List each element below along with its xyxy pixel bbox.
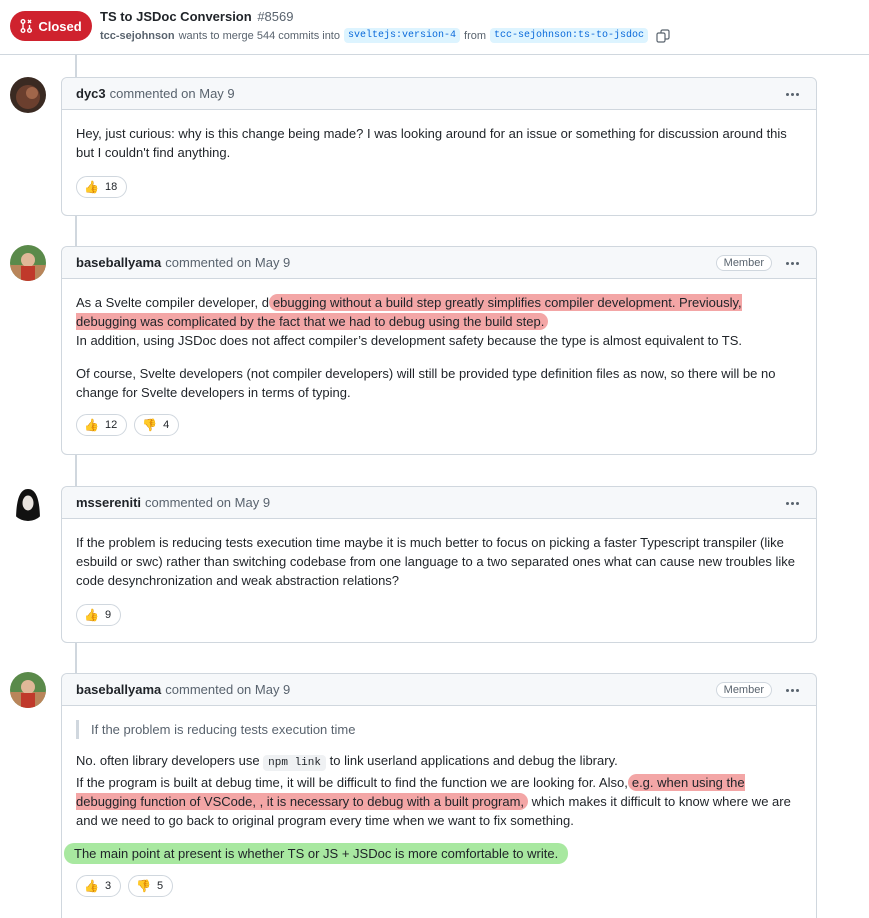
member-badge: Member bbox=[715, 255, 772, 271]
thumbs-down-reaction[interactable]: 👎 4 bbox=[134, 414, 180, 436]
comment-body: Hey, just curious: why is this change be… bbox=[62, 110, 816, 208]
blockquote: If the problem is reducing tests executi… bbox=[76, 720, 802, 739]
pr-number: #8569 bbox=[257, 9, 294, 24]
comment-author[interactable]: dyc3 bbox=[76, 86, 106, 101]
thumbs-down-icon: 👎 bbox=[136, 879, 152, 893]
reactions: 👍 12 👎 4 bbox=[76, 414, 802, 436]
more-options-icon[interactable] bbox=[782, 681, 802, 699]
comment-timestamp[interactable]: commented on May 9 bbox=[145, 495, 270, 510]
timeline-connector bbox=[75, 455, 77, 486]
comment-author[interactable]: mssereniti bbox=[76, 495, 141, 510]
comment-paragraph: The main point at present is whether TS … bbox=[64, 843, 802, 864]
comment-header: mssereniti commented on May 9 bbox=[62, 487, 816, 519]
comment-card: baseballyama commented on May 9 Member A… bbox=[61, 246, 817, 455]
comment-card: dyc3 commented on May 9 Hey, just curiou… bbox=[61, 77, 817, 216]
from-text: from bbox=[464, 29, 487, 42]
reactions: 👍 9 bbox=[76, 604, 802, 626]
merge-text: wants to merge 544 commits into bbox=[178, 29, 340, 42]
comment-paragraph: As a Svelte compiler developer, d ebuggin… bbox=[76, 293, 802, 350]
reaction-count: 18 bbox=[104, 180, 118, 193]
pr-title-line: TS to JSDoc Conversion #8569 bbox=[100, 9, 293, 24]
avatar[interactable] bbox=[10, 77, 46, 113]
pr-meta: tcc-sejohnson wants to merge 544 commits… bbox=[100, 28, 670, 43]
comment-text: If the problem is reducing tests executi… bbox=[76, 535, 796, 588]
comment-text: As a Svelte compiler developer, d bbox=[76, 295, 269, 310]
thumbs-up-icon: 👍 bbox=[84, 418, 99, 432]
thumbs-down-reaction[interactable]: 👎 5 bbox=[128, 875, 174, 897]
reaction-count: 12 bbox=[104, 418, 118, 431]
pr-title: TS to JSDoc Conversion bbox=[100, 9, 252, 24]
timeline-connector bbox=[75, 216, 77, 246]
reaction-count: 4 bbox=[163, 418, 170, 431]
comment-body: If the problem is reducing tests executi… bbox=[62, 519, 816, 636]
member-badge: Member bbox=[715, 682, 772, 698]
comment-header: baseballyama commented on May 9 Member bbox=[62, 247, 816, 279]
pr-header: Closed TS to JSDoc Conversion #8569 tcc-… bbox=[0, 0, 869, 55]
timeline-connector bbox=[75, 55, 77, 77]
thumbs-up-reaction[interactable]: 👍 3 bbox=[76, 875, 122, 897]
thumbs-up-icon: 👍 bbox=[84, 180, 99, 194]
thumbs-up-reaction[interactable]: 👍 9 bbox=[76, 604, 122, 626]
comment-timestamp[interactable]: commented on May 9 bbox=[110, 86, 235, 101]
base-branch[interactable]: sveltejs:version-4 bbox=[343, 28, 461, 43]
closed-state-badge: Closed bbox=[10, 11, 92, 41]
comment-author[interactable]: baseballyama bbox=[76, 682, 161, 697]
avatar[interactable] bbox=[10, 245, 46, 281]
comment-text: to link userland applications and debug … bbox=[329, 753, 618, 768]
comment-header: dyc3 commented on May 9 bbox=[62, 78, 816, 110]
more-options-icon[interactable] bbox=[782, 494, 802, 512]
comment-card: mssereniti commented on May 9 If the pro… bbox=[61, 486, 817, 643]
head-branch[interactable]: tcc-sejohnson:ts-to-jsdoc bbox=[490, 28, 649, 43]
more-options-icon[interactable] bbox=[782, 85, 802, 103]
avatar[interactable] bbox=[10, 672, 46, 708]
reaction-count: 9 bbox=[104, 608, 112, 621]
comment-body: As a Svelte compiler developer, d ebuggin… bbox=[62, 279, 816, 446]
comment-body: If the problem is reducing tests executi… bbox=[62, 706, 816, 907]
more-options-icon[interactable] bbox=[782, 254, 802, 272]
thumbs-down-icon: 👎 bbox=[142, 418, 158, 432]
pull-request-closed-icon bbox=[20, 19, 33, 33]
comment-text: In addition, using JSDoc does not affect… bbox=[76, 333, 743, 348]
copy-icon[interactable] bbox=[656, 28, 670, 43]
comment-text: Hey, just curious: why is this change be… bbox=[76, 126, 787, 160]
comment-timestamp[interactable]: commented on May 9 bbox=[165, 255, 290, 270]
pr-author-link[interactable]: tcc-sejohnson bbox=[100, 30, 175, 42]
comment-card: baseballyama commented on May 9 Member I… bbox=[61, 673, 817, 918]
comment-text: If the program is built at debug time, i… bbox=[76, 775, 628, 790]
reaction-count: 3 bbox=[104, 879, 112, 892]
comment-author[interactable]: baseballyama bbox=[76, 255, 161, 270]
timeline-connector bbox=[75, 642, 77, 673]
comment-paragraph: No. often library developers use npm lin… bbox=[76, 751, 802, 830]
highlighted-text: The main point at present is whether TS … bbox=[64, 843, 569, 864]
comment-paragraph: Of course, Svelte developers (not compil… bbox=[76, 366, 776, 400]
thumbs-up-reaction[interactable]: 👍 18 bbox=[76, 176, 128, 198]
avatar[interactable] bbox=[10, 485, 46, 521]
inline-code: npm link bbox=[263, 755, 326, 771]
reaction-count: 5 bbox=[157, 879, 164, 892]
comment-text: No. often library developers use bbox=[76, 753, 260, 768]
comment-header: baseballyama commented on May 9 Member bbox=[62, 674, 816, 706]
reactions: 👍 3 👎 5 bbox=[76, 875, 802, 897]
thumbs-up-reaction[interactable]: 👍 12 bbox=[76, 414, 128, 436]
thumbs-up-icon: 👍 bbox=[84, 879, 99, 893]
reactions: 👍 18 bbox=[76, 176, 802, 198]
state-label: Closed bbox=[38, 18, 82, 34]
comment-timestamp[interactable]: commented on May 9 bbox=[165, 682, 290, 697]
thumbs-up-icon: 👍 bbox=[84, 608, 99, 622]
